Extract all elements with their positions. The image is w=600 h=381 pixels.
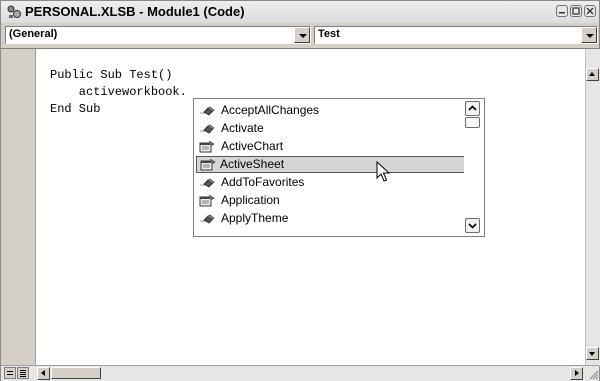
arrow-down-icon [589,352,595,356]
title-bar[interactable]: PERSONAL.XLSB - Module1 (Code) [1,1,599,24]
procedure-combo-value: Test [318,28,340,40]
arrow-left-icon [41,370,45,376]
object-combo-dropdown-button[interactable] [294,27,310,43]
list-item-label: ApplyTheme [221,211,289,225]
maximize-button[interactable] [570,5,582,17]
code-line: End Sub [50,102,101,116]
combo-bar: (General) Test [1,23,599,47]
procedure-combo[interactable]: Test [314,26,598,44]
window-title: PERSONAL.XLSB - Module1 (Code) [25,4,245,19]
list-item-label: Application [221,193,280,207]
list-item-label: ActiveChart [221,139,284,153]
autocomplete-scroll-down-button[interactable] [465,218,480,233]
method-icon [200,124,215,134]
property-icon [199,140,215,153]
list-item-label: ActiveSheet [220,157,285,171]
list-item-label: AddToFavorites [221,175,305,189]
mouse-pointer-icon [376,161,390,182]
margin-indicator-bar[interactable] [1,49,36,366]
list-item[interactable]: AddToFavorites [197,174,465,191]
full-module-view-button[interactable] [17,367,29,379]
method-icon [200,106,215,116]
vertical-scrollbar[interactable] [585,49,600,366]
list-item-selected[interactable]: ActiveSheet [196,156,465,173]
scroll-down-button[interactable] [586,347,599,360]
list-item[interactable]: Activate [197,120,465,137]
method-icon [200,214,215,224]
list-item-label: AcceptAllChanges [221,103,320,117]
scroll-left-button[interactable] [37,367,50,380]
autocomplete-scrollbar[interactable] [464,100,483,235]
bottom-bar [1,365,599,381]
list-item-label: Activate [221,121,264,135]
minimize-icon [559,12,565,14]
auto-list-members-popup[interactable]: AcceptAllChanges Activate ActiveChart Ac… [193,98,485,237]
property-icon [199,194,215,207]
object-combo[interactable]: (General) [5,26,311,44]
list-item[interactable]: ActiveChart [197,138,465,155]
code-line: activeworkbook. [50,85,187,99]
arrow-right-icon [575,370,579,376]
list-item[interactable]: AcceptAllChanges [197,102,465,119]
resize-grip-icon[interactable] [587,368,599,380]
method-icon [200,178,215,188]
code-window: PERSONAL.XLSB - Module1 (Code) (General)… [0,0,600,381]
close-icon [586,7,594,15]
code-line: Public Sub Test() [50,68,173,82]
procedure-combo-dropdown-button[interactable] [581,27,597,43]
minimize-button[interactable] [556,5,568,17]
autocomplete-scroll-thumb[interactable] [465,117,480,128]
list-item[interactable]: Application [197,192,465,209]
vba-project-icon [7,5,21,18]
arrow-up-icon [589,72,595,76]
scroll-up-button[interactable] [586,68,599,81]
chevron-up-icon [468,105,477,111]
property-icon [200,158,216,171]
autocomplete-scroll-up-button[interactable] [465,101,480,116]
maximize-icon [572,7,580,15]
chevron-down-icon [468,223,477,229]
chevron-down-icon [299,34,307,38]
procedure-view-button[interactable] [4,367,16,379]
chevron-down-icon [586,34,594,38]
close-button[interactable] [584,5,596,17]
list-item[interactable]: ApplyTheme [197,210,465,227]
horizontal-scroll-thumb[interactable] [51,367,101,379]
scroll-right-button[interactable] [570,367,583,380]
object-combo-value: (General) [9,28,58,40]
